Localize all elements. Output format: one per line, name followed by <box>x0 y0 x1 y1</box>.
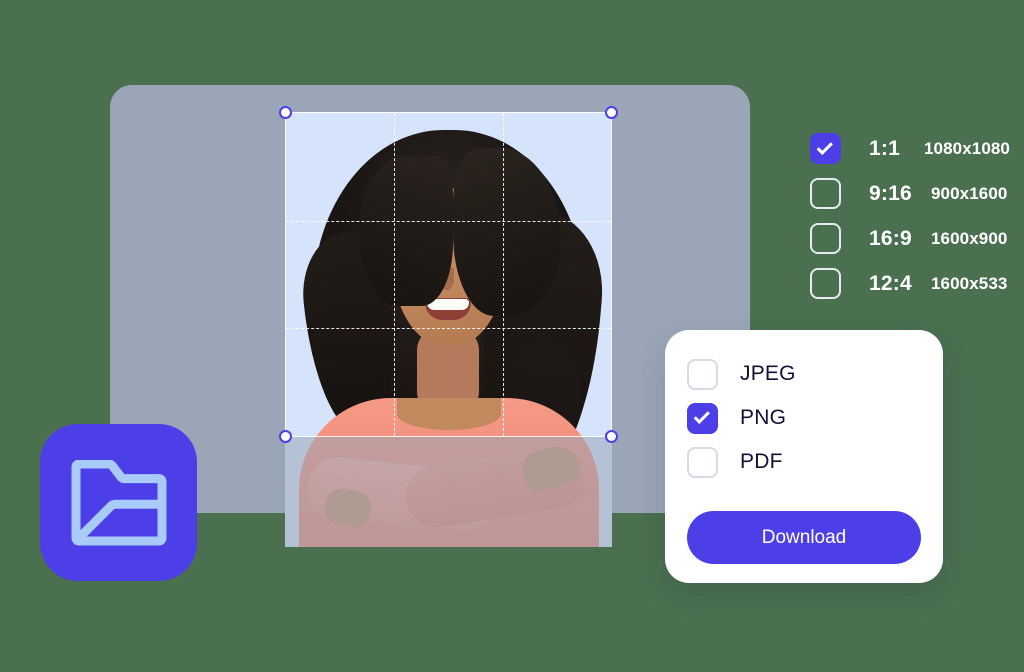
checkbox-format-jpeg[interactable] <box>687 358 718 390</box>
format-label: JPEG <box>740 362 796 385</box>
aspect-ratio-label: 9:16 <box>869 181 912 205</box>
format-option-png[interactable]: PNG <box>687 396 796 440</box>
crop-selection[interactable] <box>279 106 618 443</box>
aspect-ratio-option-1-1[interactable]: 1:1 1080x1080 <box>810 126 1010 171</box>
export-format-panel: JPEG PNG PDF Download <box>665 330 943 583</box>
crop-handle-top-left[interactable] <box>279 106 292 119</box>
aspect-ratio-size: 900x1600 <box>931 183 1008 203</box>
aspect-ratio-size: 1080x1080 <box>924 138 1010 158</box>
aspect-ratio-option-9-16[interactable]: 9:16 900x1600 <box>810 171 1010 216</box>
aspect-ratio-option-12-4[interactable]: 12:4 1600x533 <box>810 261 1010 306</box>
aspect-ratio-size: 1600x900 <box>931 228 1008 248</box>
aspect-ratio-options: 1:1 1080x1080 9:16 900x1600 16:9 1600x90… <box>810 126 1010 306</box>
format-label: PNG <box>740 406 787 429</box>
checkbox-ratio-9-16[interactable] <box>810 178 841 209</box>
checkbox-ratio-16-9[interactable] <box>810 223 841 254</box>
image-folder-icon <box>71 459 166 545</box>
crop-grid-line-horizontal-2 <box>286 328 611 330</box>
crop-handle-bottom-right[interactable] <box>605 430 618 443</box>
format-option-pdf[interactable]: PDF <box>687 440 796 484</box>
checkbox-ratio-1-1[interactable] <box>810 133 841 164</box>
checkbox-format-png[interactable] <box>687 402 718 434</box>
checkbox-ratio-12-4[interactable] <box>810 268 841 299</box>
crop-grid-line-vertical-2 <box>502 113 504 436</box>
download-button[interactable]: Download <box>687 511 921 564</box>
crop-handle-top-right[interactable] <box>605 106 618 119</box>
crop-grid-line-horizontal-1 <box>286 220 611 222</box>
app-icon-tile[interactable] <box>40 424 197 581</box>
aspect-ratio-label: 1:1 <box>869 136 900 160</box>
check-icon <box>816 138 833 155</box>
format-label: PDF <box>740 450 783 473</box>
format-options: JPEG PNG PDF <box>687 352 796 484</box>
aspect-ratio-size: 1600x533 <box>931 273 1008 293</box>
checkbox-format-pdf[interactable] <box>687 446 718 478</box>
crop-grid-line-vertical-1 <box>394 113 396 436</box>
aspect-ratio-label: 16:9 <box>869 226 912 250</box>
check-icon <box>693 407 710 425</box>
format-option-jpeg[interactable]: JPEG <box>687 352 796 396</box>
crop-handle-bottom-left[interactable] <box>279 430 292 443</box>
aspect-ratio-label: 12:4 <box>869 271 912 295</box>
aspect-ratio-option-16-9[interactable]: 16:9 1600x900 <box>810 216 1010 261</box>
